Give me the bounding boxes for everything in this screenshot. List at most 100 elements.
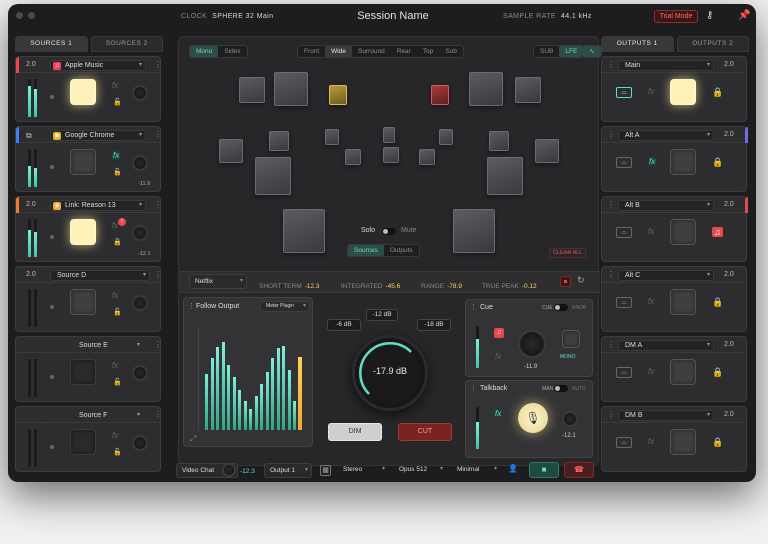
clock-value[interactable]: SPHERE 32 Main xyxy=(212,13,273,20)
cue-pad[interactable] xyxy=(562,330,580,348)
talkback-menu-dots[interactable]: ⋮ xyxy=(470,384,477,392)
mono-label[interactable]: MONO xyxy=(560,354,576,360)
strip-menu-dots[interactable]: ⋮ xyxy=(607,410,615,419)
source-pad[interactable] xyxy=(70,429,96,455)
add-user-icon[interactable]: 👤 xyxy=(508,464,518,473)
cue-menu-dots[interactable]: ⋮ xyxy=(470,303,477,311)
pin-icon[interactable]: 📌 xyxy=(738,10,750,21)
fx-button[interactable]: fx xyxy=(648,157,657,166)
lock-icon[interactable]: 🔓 xyxy=(113,378,122,386)
gain-knob[interactable] xyxy=(132,85,148,101)
speaker-node[interactable] xyxy=(345,149,361,165)
record-button[interactable] xyxy=(560,276,571,287)
speaker-node[interactable] xyxy=(469,72,503,106)
video-chat-knob[interactable] xyxy=(222,463,236,477)
strip-menu-dots[interactable]: ⋮ xyxy=(154,60,162,69)
fx-button[interactable]: fx xyxy=(112,291,118,300)
trim-center[interactable]: -12 dB xyxy=(366,309,398,321)
panel-menu-dots[interactable]: ⋮ xyxy=(188,302,195,310)
gain-knob[interactable] xyxy=(132,295,148,311)
speaker-node[interactable] xyxy=(419,149,435,165)
speaker-node[interactable] xyxy=(283,209,325,253)
talkback-switch[interactable] xyxy=(554,385,568,392)
key-icon[interactable]: ⚷ xyxy=(706,10,713,21)
speaker-node[interactable] xyxy=(515,77,541,103)
meter-plugin-select[interactable]: Meter Plugin ▾ xyxy=(260,301,310,312)
microphone-icon[interactable]: 🎙 xyxy=(518,403,548,433)
position-tab[interactable]: Rear xyxy=(391,46,417,57)
lock-icon[interactable]: 🔓 xyxy=(113,98,122,106)
fx-button[interactable]: fx xyxy=(648,437,654,446)
gain-knob[interactable] xyxy=(132,365,148,381)
source-pad[interactable] xyxy=(70,219,96,245)
strip-menu-dots[interactable]: ⋮ xyxy=(607,340,615,349)
solo-dot[interactable] xyxy=(50,305,54,309)
output-select[interactable]: Alt B ▾ xyxy=(618,200,714,211)
film-icon[interactable]: ▦ xyxy=(320,465,331,476)
camera-button[interactable]: ■ xyxy=(529,462,559,478)
speaker-node[interactable] xyxy=(431,85,449,105)
solo-dot[interactable] xyxy=(50,165,54,169)
mode-select[interactable]: Minimal ▾ xyxy=(452,463,500,478)
speaker-node[interactable] xyxy=(255,157,291,195)
solo-dot[interactable] xyxy=(50,95,54,99)
talkback-fx[interactable]: fx xyxy=(494,409,503,418)
source-pad[interactable] xyxy=(70,289,96,315)
position-tab[interactable]: Top xyxy=(417,46,439,57)
reset-icon[interactable]: ↻ xyxy=(577,275,585,286)
talkback-knob[interactable] xyxy=(562,411,578,427)
strip-menu-dots[interactable]: ⋮ xyxy=(154,410,162,419)
speaker-node[interactable] xyxy=(535,139,559,163)
output-select[interactable]: Output 1 ▾ xyxy=(264,463,312,478)
lock-icon[interactable]: 🔒 xyxy=(712,367,723,378)
strip-menu-dots[interactable]: ⋮ xyxy=(607,130,615,139)
format-select[interactable]: Stereo ▾ xyxy=(338,463,388,478)
trial-mode-button[interactable]: Trial Mode xyxy=(654,10,698,23)
cut-button[interactable]: CUT xyxy=(398,423,452,441)
solo-mute-switch[interactable] xyxy=(382,228,396,235)
tab-outputs-1[interactable]: OUTPUTS 1 xyxy=(601,36,674,52)
source-pad[interactable] xyxy=(70,79,96,105)
clear-all-button[interactable]: CLEAR ALL xyxy=(549,248,587,258)
fx-button[interactable]: fx xyxy=(112,361,118,370)
speaker-node[interactable] xyxy=(329,85,347,105)
position-tab[interactable]: Front xyxy=(298,46,325,57)
lock-icon[interactable]: 🔒 xyxy=(712,87,723,98)
speaker-node[interactable] xyxy=(239,77,265,103)
main-level-knob[interactable]: -17.9 dB xyxy=(352,335,428,411)
speaker-node[interactable] xyxy=(219,139,243,163)
lock-icon[interactable]: 🔓 xyxy=(113,308,122,316)
fx-button[interactable]: fx xyxy=(648,227,654,236)
close-window-button[interactable] xyxy=(16,12,23,19)
position-tab[interactable]: Sub xyxy=(439,46,463,57)
view-outputs-tab[interactable]: Outputs xyxy=(384,245,419,256)
trim-right[interactable]: -18 dB xyxy=(417,319,451,331)
speaker-node[interactable] xyxy=(383,127,395,143)
fx-button[interactable]: fx xyxy=(648,87,654,96)
expand-icon[interactable]: ⤢ xyxy=(190,434,196,444)
output-select[interactable]: Alt C ▾ xyxy=(618,270,714,281)
strip-menu-dots[interactable]: ⋮ xyxy=(154,270,162,279)
source-select[interactable]: ♫ Apple Music ▾ xyxy=(50,60,146,71)
speaker-node[interactable] xyxy=(487,157,523,195)
codec-select[interactable]: Opus 512 ▾ xyxy=(394,463,446,478)
output-select[interactable]: Alt A ▾ xyxy=(618,130,714,141)
cue-switch[interactable] xyxy=(554,304,568,311)
strip-menu-dots[interactable]: ⋮ xyxy=(607,200,615,209)
solo-dot[interactable] xyxy=(50,375,54,379)
position-tab[interactable]: Wide xyxy=(325,46,352,57)
source-pad[interactable] xyxy=(70,359,96,385)
lock-icon[interactable]: 🔒 xyxy=(712,437,723,448)
speaker-node[interactable] xyxy=(439,129,453,145)
solo-dot[interactable] xyxy=(50,235,54,239)
gain-knob[interactable] xyxy=(132,155,148,171)
speaker-node[interactable] xyxy=(453,209,495,253)
lock-icon[interactable]: 🔒 xyxy=(113,238,122,246)
mode-mono[interactable]: Mono xyxy=(190,46,219,57)
minimize-window-button[interactable] xyxy=(28,12,35,19)
output-select[interactable]: DM B ▾ xyxy=(618,410,714,421)
output-pad[interactable] xyxy=(670,79,696,105)
tab-sources-2[interactable]: SOURCES 2 xyxy=(90,36,163,52)
source-pad[interactable] xyxy=(70,149,96,175)
cue-fx[interactable]: fx xyxy=(495,352,501,361)
